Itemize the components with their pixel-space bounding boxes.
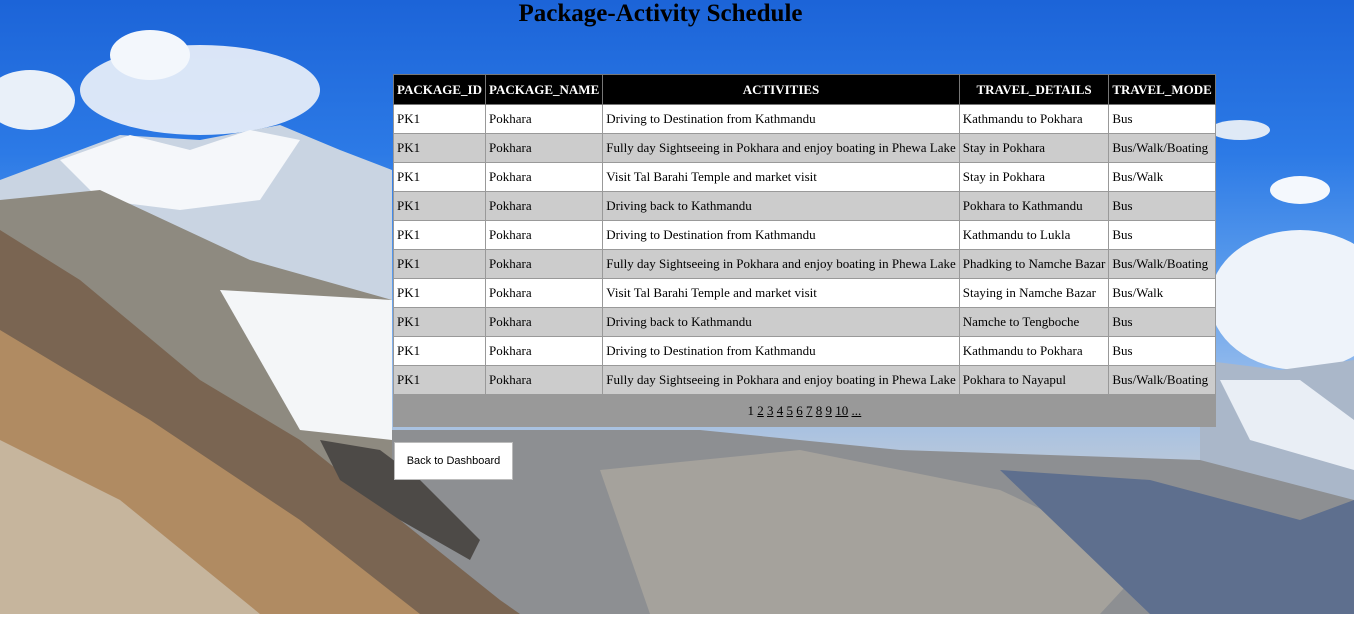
table-row: PK1 Pokhara Visit Tal Barahi Temple and ma… <box>393 162 1216 192</box>
cell-travel-mode: Bus <box>1108 220 1216 250</box>
cell-travel-mode: Bus <box>1108 191 1216 221</box>
cell-package-id: PK1 <box>393 307 486 337</box>
table-row: PK1 Pokhara Driving back to Kathmandu Pokha… <box>393 191 1216 221</box>
page-title: Package-Activity Schedule <box>518 0 803 27</box>
table-row: PK1 Pokhara Fully day Sightseeing in Pokha… <box>393 365 1216 395</box>
cell-activities: Driving to Destination from Kathmandu <box>602 336 960 366</box>
cell-activities: Fully day Sightseeing in Pokhara and enj… <box>602 133 960 163</box>
pager-link[interactable]: 7 <box>806 403 813 418</box>
cell-package-id: PK1 <box>393 336 486 366</box>
pager-link[interactable]: 5 <box>787 403 794 418</box>
pager-links: 1 2 3 4 5 6 7 8 9 10 ... <box>748 403 862 418</box>
table-row: PK1 Pokhara Visit Tal Barahi Temple and ma… <box>393 278 1216 308</box>
cell-package-id: PK1 <box>393 133 486 163</box>
table-header-row: PACKAGE_ID PACKAGE_NAME ACTIVITIES TRAVE… <box>393 74 1216 105</box>
cell-travel-details: Pokhara to Nayapul <box>958 365 1110 395</box>
pager-link[interactable]: 2 <box>757 403 764 418</box>
cell-travel-mode: Bus/Walk/Boating <box>1108 133 1216 163</box>
cell-package-name: Pokhara <box>484 307 604 337</box>
cell-activities: Visit Tal Barahi Temple and market visit <box>602 278 960 308</box>
schedule-table-container: PACKAGE_ID PACKAGE_NAME ACTIVITIES TRAVE… <box>393 74 1216 427</box>
cell-package-name: Pokhara <box>484 191 604 221</box>
pager: 1 2 3 4 5 6 7 8 9 10 ... <box>393 394 1216 427</box>
cell-travel-mode: Bus <box>1108 307 1216 337</box>
cell-activities: Fully day Sightseeing in Pokhara and enj… <box>602 249 960 279</box>
pager-link[interactable]: 10 <box>835 403 848 418</box>
table-row: PK1 Pokhara Driving to Destination from Ka… <box>393 220 1216 250</box>
cell-travel-details: Kathmandu to Pokhara <box>958 104 1110 134</box>
cell-travel-details: Stay in Pokhara <box>958 162 1110 192</box>
cell-package-id: PK1 <box>393 191 486 221</box>
cell-package-id: PK1 <box>393 278 486 308</box>
pager-link[interactable]: 6 <box>796 403 803 418</box>
column-header-activities: ACTIVITIES <box>602 74 960 105</box>
table-row: PK1 Pokhara Driving to Destination from Ka… <box>393 104 1216 134</box>
cell-activities: Driving back to Kathmandu <box>602 307 960 337</box>
cell-travel-details: Kathmandu to Pokhara <box>958 336 1110 366</box>
table-row: PK1 Pokhara Driving to Destination from Ka… <box>393 336 1216 366</box>
pager-current-page: 1 <box>747 402 755 418</box>
pager-link[interactable]: 4 <box>777 403 784 418</box>
cell-activities: Driving back to Kathmandu <box>602 191 960 221</box>
cell-package-name: Pokhara <box>484 133 604 163</box>
schedule-table: PACKAGE_ID PACKAGE_NAME ACTIVITIES TRAVE… <box>393 74 1216 427</box>
cell-package-id: PK1 <box>393 365 486 395</box>
cell-activities: Fully day Sightseeing in Pokhara and enj… <box>602 365 960 395</box>
cell-package-name: Pokhara <box>484 220 604 250</box>
table-row: PK1 Pokhara Driving back to Kathmandu Namch… <box>393 307 1216 337</box>
cell-package-name: Pokhara <box>484 278 604 308</box>
column-header-package-name: PACKAGE_NAME <box>484 74 604 105</box>
cell-package-id: PK1 <box>393 249 486 279</box>
cell-package-name: Pokhara <box>484 249 604 279</box>
pager-link[interactable]: 8 <box>816 403 823 418</box>
cell-activities: Driving to Destination from Kathmandu <box>602 104 960 134</box>
cell-travel-details: Pokhara to Kathmandu <box>958 191 1110 221</box>
column-header-travel-details: TRAVEL_DETAILS <box>958 74 1110 105</box>
cell-activities: Visit Tal Barahi Temple and market visit <box>602 162 960 192</box>
cell-travel-mode: Bus/Walk/Boating <box>1108 365 1216 395</box>
table-body: PK1 Pokhara Driving to Destination from Ka… <box>393 104 1216 395</box>
pager-link[interactable]: ... <box>852 403 862 418</box>
cell-travel-mode: Bus/Walk <box>1108 162 1216 192</box>
table-row: PK1 Pokhara Fully day Sightseeing in Pokha… <box>393 133 1216 163</box>
table-row: PK1 Pokhara Fully day Sightseeing in Pokha… <box>393 249 1216 279</box>
cell-travel-mode: Bus <box>1108 336 1216 366</box>
cell-travel-details: Stay in Pokhara <box>958 133 1110 163</box>
cell-travel-details: Phadking to Namche Bazar <box>958 249 1110 279</box>
cell-package-id: PK1 <box>393 220 486 250</box>
cell-travel-mode: Bus/Walk/Boating <box>1108 249 1216 279</box>
pager-link[interactable]: 3 <box>767 403 774 418</box>
pager-link[interactable]: 9 <box>826 403 833 418</box>
cell-package-name: Pokhara <box>484 162 604 192</box>
cell-travel-mode: Bus <box>1108 104 1216 134</box>
column-header-package-id: PACKAGE_ID <box>393 74 486 105</box>
cell-travel-mode: Bus/Walk <box>1108 278 1216 308</box>
pager-row: 1 2 3 4 5 6 7 8 9 10 ... <box>393 394 1216 427</box>
cell-package-name: Pokhara <box>484 104 604 134</box>
cell-travel-details: Kathmandu to Lukla <box>958 220 1110 250</box>
cell-travel-details: Staying in Namche Bazar <box>958 278 1110 308</box>
cell-package-name: Pokhara <box>484 365 604 395</box>
cell-package-id: PK1 <box>393 162 486 192</box>
cell-package-id: PK1 <box>393 104 486 134</box>
cell-activities: Driving to Destination from Kathmandu <box>602 220 960 250</box>
cell-travel-details: Namche to Tengboche <box>958 307 1110 337</box>
column-header-travel-mode: TRAVEL_MODE <box>1108 74 1216 105</box>
cell-package-name: Pokhara <box>484 336 604 366</box>
back-to-dashboard-button[interactable]: Back to Dashboard <box>394 442 513 480</box>
